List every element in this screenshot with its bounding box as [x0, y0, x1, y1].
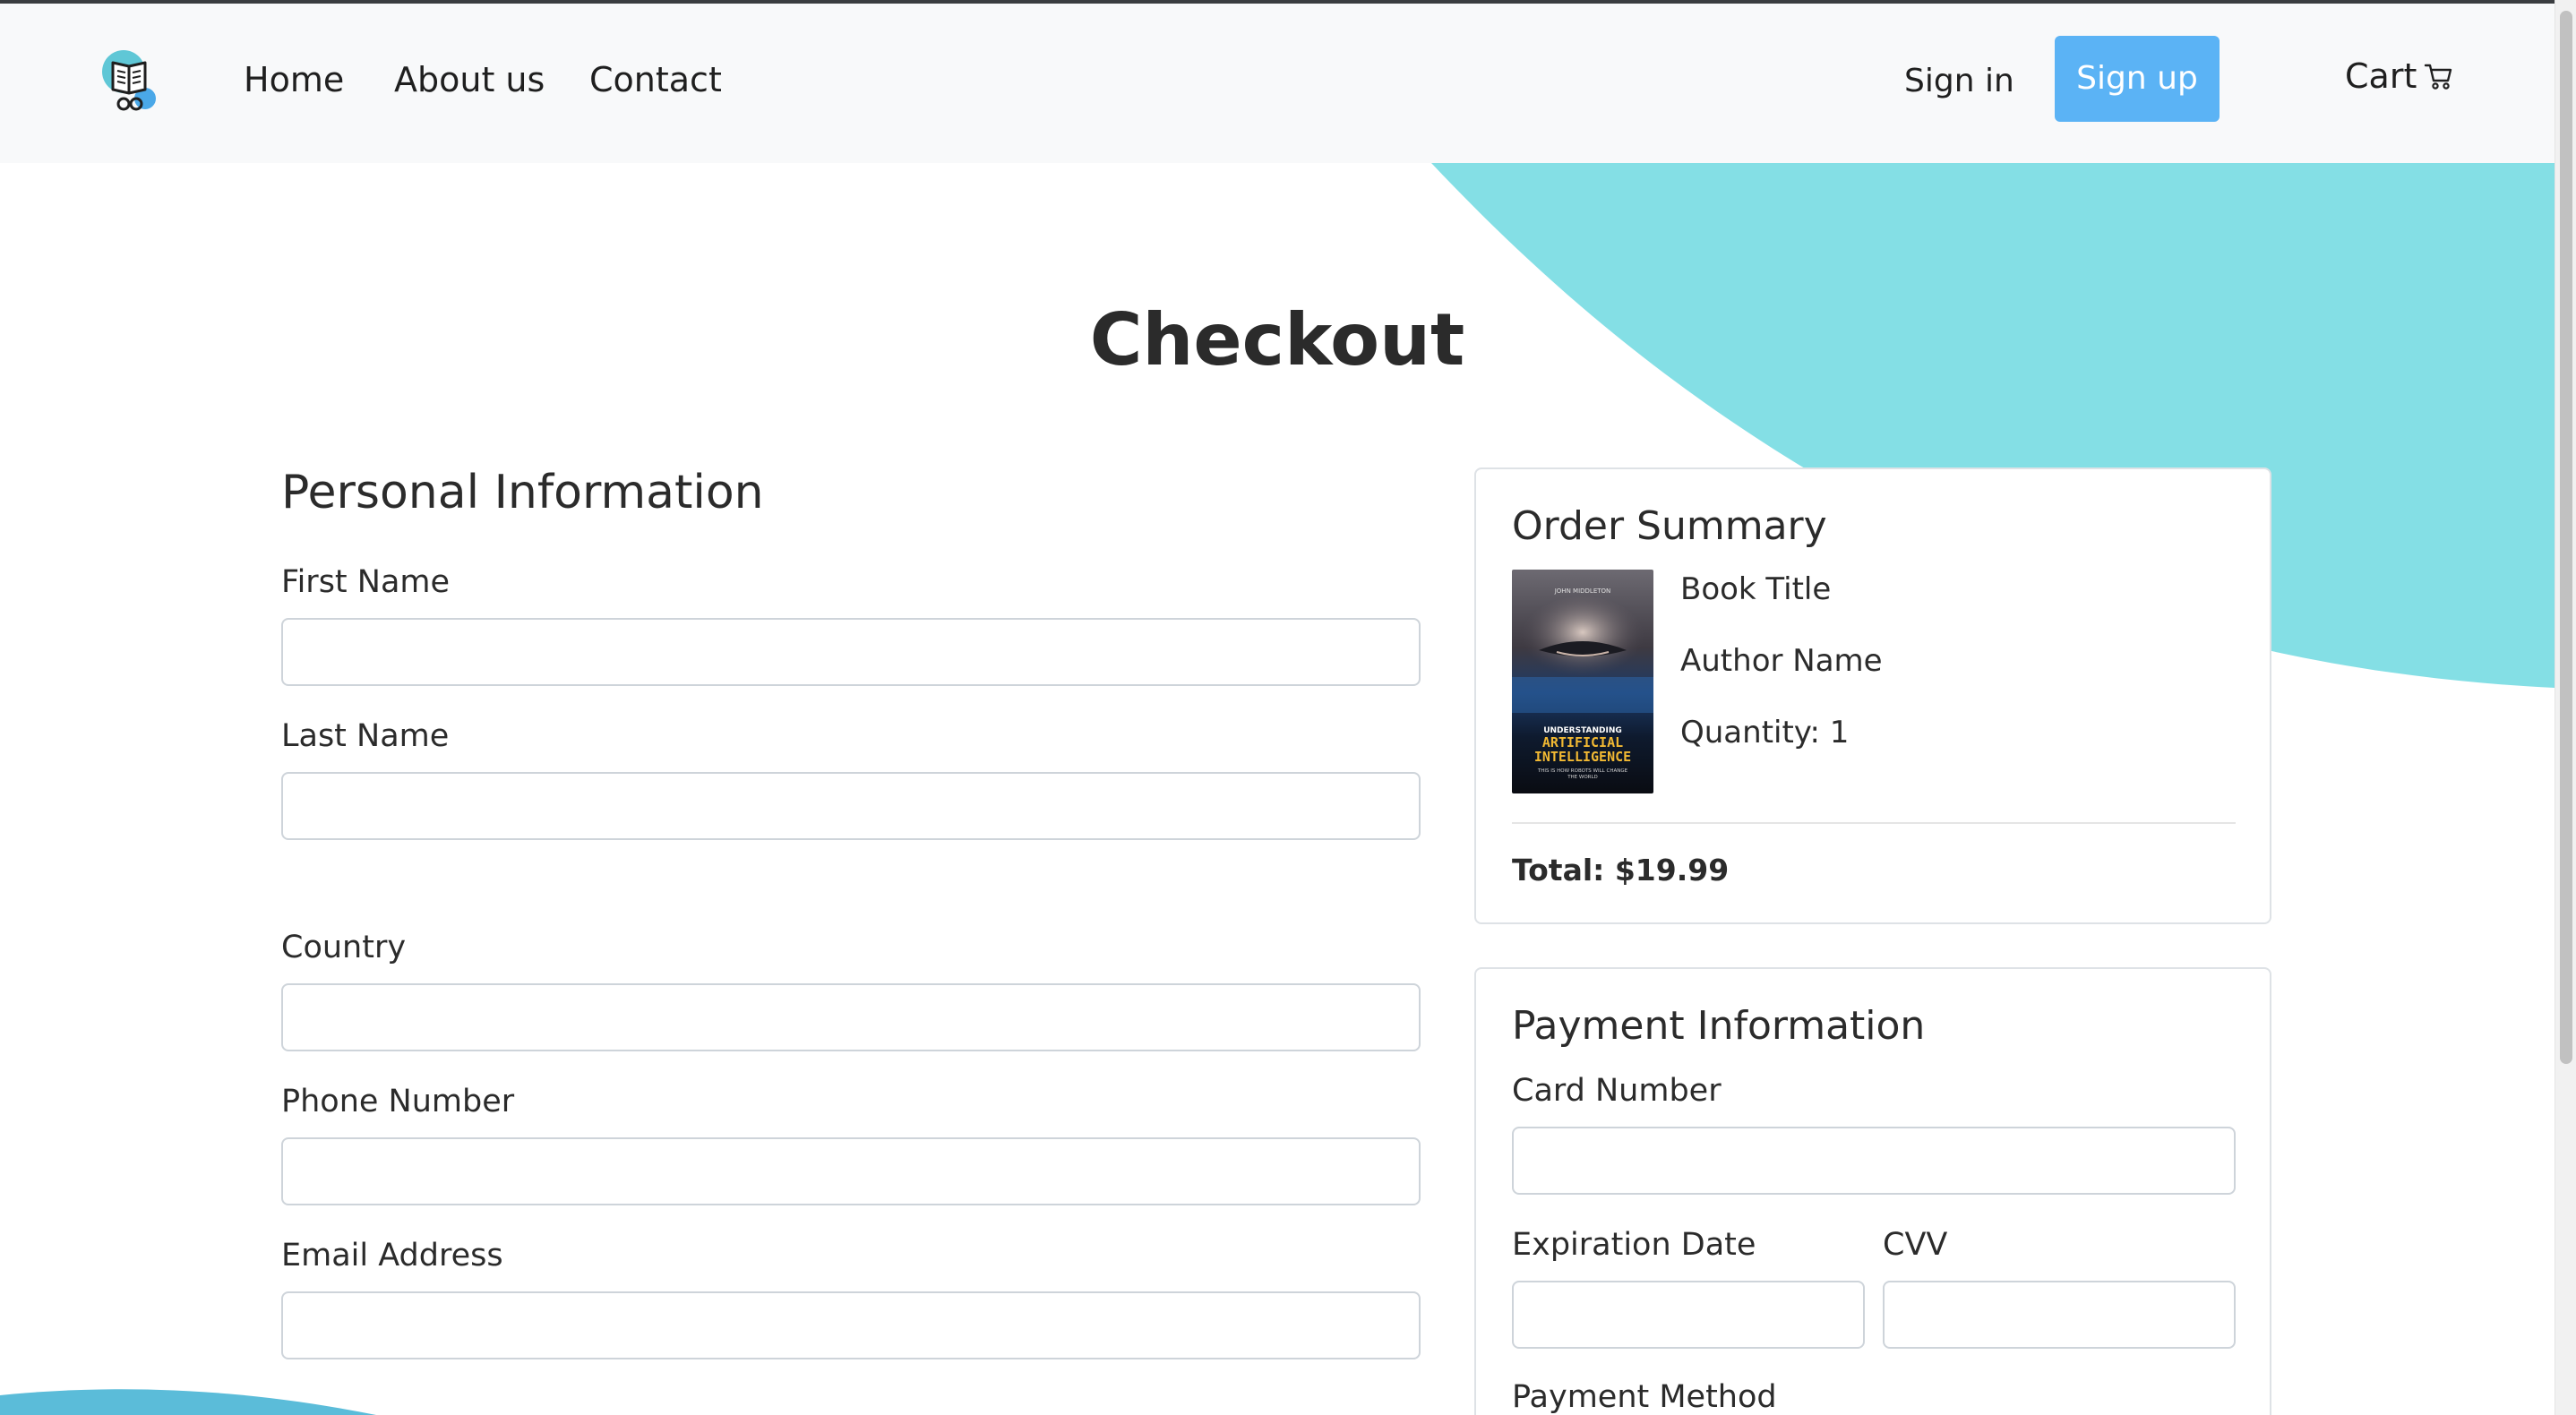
cover-author-text: JOHN MIDDLETON: [1554, 587, 1611, 595]
cover-tagline1-text: THIS IS HOW ROBOTS WILL CHANGE: [1537, 768, 1628, 774]
book-title: Book Title: [1680, 571, 1832, 607]
book-reader-logo-icon[interactable]: [100, 47, 161, 115]
cvv-input[interactable]: [1883, 1281, 2236, 1349]
email-address-label: Email Address: [281, 1238, 503, 1274]
navbar: Home About us Contact Sign in Sign up Ca…: [0, 4, 2555, 163]
cart-link[interactable]: Cart: [2345, 54, 2454, 99]
card-number-input[interactable]: [1512, 1127, 2236, 1195]
book-cover-image: JOHN MIDDLETON UNDERSTANDING ARTIFICIAL …: [1512, 570, 1653, 793]
cart-label: Cart: [2345, 56, 2417, 96]
personal-info-heading: Personal Information: [281, 466, 764, 519]
scrollbar-thumb[interactable]: [2560, 11, 2572, 1064]
summary-divider: [1512, 822, 2236, 824]
nav-about-link[interactable]: About us: [394, 57, 545, 102]
cover-tagline2-text: THE WORLD: [1567, 775, 1598, 780]
bottom-left-accent-blob: [0, 1389, 376, 1415]
first-name-input[interactable]: [281, 618, 1421, 686]
country-input[interactable]: [281, 983, 1421, 1051]
shopping-cart-icon: [2425, 64, 2452, 90]
last-name-label: Last Name: [281, 718, 450, 754]
page-title: Checkout: [1089, 298, 1465, 382]
cover-line3-text: INTELLIGENCE: [1534, 749, 1631, 765]
phone-number-input[interactable]: [281, 1137, 1421, 1205]
order-summary-card: Order Summary JOHN MIDDLETON UNDERSTANDI…: [1474, 467, 2271, 924]
card-number-label: Card Number: [1512, 1073, 1722, 1109]
email-address-input[interactable]: [281, 1291, 1421, 1359]
expiration-date-input[interactable]: [1512, 1281, 1865, 1349]
nav-contact-link[interactable]: Contact: [589, 57, 722, 102]
book-author: Author Name: [1680, 643, 1883, 679]
book-quantity: Quantity: 1: [1680, 715, 1850, 750]
payment-info-heading: Payment Information: [1512, 1003, 1926, 1049]
order-total: Total: $19.99: [1512, 853, 1730, 888]
first-name-label: First Name: [281, 564, 451, 600]
country-label: Country: [281, 930, 407, 965]
phone-number-label: Phone Number: [281, 1084, 515, 1119]
page-scrollbar[interactable]: [2555, 0, 2576, 1415]
payment-info-card: Payment Information Card Number Expirati…: [1474, 967, 2271, 1415]
payment-method-label: Payment Method: [1512, 1379, 1777, 1415]
order-summary-heading: Order Summary: [1512, 503, 1827, 549]
sign-up-button[interactable]: Sign up: [2055, 36, 2220, 122]
sign-in-link[interactable]: Sign in: [1904, 59, 2014, 104]
last-name-input[interactable]: [281, 772, 1421, 840]
nav-home-link[interactable]: Home: [244, 57, 344, 102]
cvv-label: CVV: [1883, 1227, 1948, 1263]
checkout-page: Home About us Contact Sign in Sign up Ca…: [0, 0, 2576, 1415]
expiration-date-label: Expiration Date: [1512, 1227, 1756, 1263]
